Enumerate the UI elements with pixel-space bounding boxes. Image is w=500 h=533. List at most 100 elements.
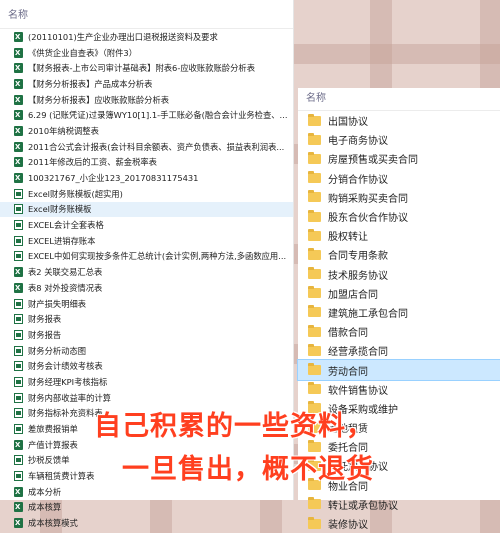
folder-name-label: 经营承揽合同: [328, 347, 388, 359]
folder-name-label: 出国协议: [328, 117, 368, 129]
folder-list-item[interactable]: 合同专用条款: [298, 245, 500, 264]
folder-icon: [308, 305, 321, 318]
folder-icon: [308, 132, 321, 145]
excel-template-icon: [14, 314, 23, 325]
file-name-label: (20110101)生产企业办理出口退税报送资料及要求: [28, 31, 218, 42]
file-list-item[interactable]: 【财务分析报表】应收账款账龄分析表: [0, 92, 293, 108]
excel-template-icon: [14, 408, 23, 419]
folder-list-item[interactable]: 股东合伙合作协议: [298, 207, 500, 226]
excel-icon: [14, 47, 23, 58]
file-list-item[interactable]: 财务报告: [0, 327, 293, 343]
file-name-label: 财务内部收益率的计算: [28, 392, 111, 403]
file-name-label: Excel财务账模板: [28, 204, 92, 215]
folder-list-item[interactable]: 装修协议: [298, 514, 500, 533]
file-name-label: 财务分析动态图: [28, 345, 87, 356]
folder-icon: [308, 113, 321, 126]
file-list-item[interactable]: Excel财务账模板(超实用): [0, 186, 293, 202]
excel-icon: [14, 157, 23, 168]
folder-list-item[interactable]: 借款合同: [298, 322, 500, 341]
file-name-label: 财务报表: [28, 314, 62, 325]
file-list-item[interactable]: 【财务分析报表】产品成本分析表: [0, 76, 293, 92]
file-list-item[interactable]: 财务分析动态图: [0, 343, 293, 359]
file-name-label: 《供货企业自查表》（附件3）: [28, 47, 137, 58]
folder-name-label: 股东合伙合作协议: [328, 213, 408, 225]
file-name-label: 表8 对外投资情况表: [28, 282, 103, 293]
excel-icon: [14, 439, 23, 450]
folder-list-item[interactable]: 经营承揽合同: [298, 341, 500, 360]
excel-template-icon: [14, 298, 23, 309]
folder-list-item[interactable]: 电子商务协议: [298, 130, 500, 149]
folder-list-item[interactable]: 劳动合同: [297, 359, 500, 381]
file-name-label: 产值计算报表: [28, 439, 78, 450]
file-list-item[interactable]: 成本核算模式: [0, 515, 293, 531]
excel-template-icon: [14, 392, 23, 403]
promo-overlay-line-1: 自己积累的一些资料，: [94, 411, 374, 442]
excel-template-icon: [14, 361, 23, 372]
file-name-label: 2010年纳税调整表: [28, 125, 99, 136]
folder-list-item[interactable]: 股权转让: [298, 226, 500, 245]
folder-list-item[interactable]: 分销合作协议: [298, 169, 500, 188]
file-name-label: Excel财务账模板(超实用): [28, 188, 123, 199]
excel-template-icon: [14, 235, 23, 246]
file-list-item[interactable]: 《供货企业自查表》（附件3）: [0, 45, 293, 61]
file-name-label: 【财务分析报表】应收账款账龄分析表: [28, 94, 170, 105]
file-list-item[interactable]: Excel财务账模板: [0, 201, 293, 218]
file-list-item[interactable]: EXCEL进销存账本: [0, 233, 293, 249]
excel-template-icon: [14, 376, 23, 387]
file-list-item[interactable]: EXCEL会计全套表格: [0, 217, 293, 233]
file-list-item[interactable]: 财务会计绩效考核表: [0, 358, 293, 374]
folder-name-label: 技术服务协议: [328, 270, 388, 282]
folder-name-label: 电子商务协议: [328, 136, 388, 148]
excel-template-icon: [14, 471, 23, 482]
folder-name-label: 劳动合同: [328, 366, 368, 378]
folder-icon: [308, 190, 321, 203]
folder-name-label: 加盟店合同: [328, 289, 378, 301]
file-name-label: 2011合公式会计报表(会计科目余额表、资产负债表、损益表利润表...: [28, 141, 285, 152]
folder-list-item[interactable]: 转让或承包协议: [298, 495, 500, 514]
name-column-header-right[interactable]: 名称: [298, 88, 500, 111]
file-name-label: 财务指标补充资料表: [28, 408, 103, 419]
excel-icon: [14, 110, 23, 121]
name-column-header[interactable]: 名称: [0, 0, 293, 29]
file-list-item[interactable]: 表8 对外投资情况表: [0, 280, 293, 296]
folder-list-item[interactable]: 购销采购买卖合同: [298, 188, 500, 207]
excel-icon: [14, 502, 23, 513]
excel-icon: [14, 31, 23, 42]
file-list-item[interactable]: (20110101)生产企业办理出口退税报送资料及要求: [0, 29, 293, 45]
file-list-item[interactable]: 财产损失明细表: [0, 296, 293, 312]
file-list-item[interactable]: 2010年纳税调整表: [0, 123, 293, 139]
file-list-item[interactable]: 财务经理KPI考核指标: [0, 374, 293, 390]
excel-template-icon: [14, 204, 23, 215]
folder-list-item[interactable]: 加盟店合同: [298, 284, 500, 303]
file-name-label: 表2 关联交易汇总表: [28, 267, 103, 278]
excel-icon: [14, 78, 23, 89]
file-name-label: 6.29 (记账凭证)过录簿WY10[1].1-手工账必备(融合会计业务检查、.…: [28, 110, 288, 121]
file-list-item[interactable]: 2011合公式会计报表(会计科目余额表、资产负债表、损益表利润表...: [0, 139, 293, 155]
file-list-item[interactable]: 2011年修改后的工资、薪金税率表: [0, 155, 293, 171]
folder-icon: [308, 324, 321, 337]
file-list-item[interactable]: 【财务报表-上市公司审计基础表】附表6-应收账款账龄分析表: [0, 60, 293, 76]
file-list-item[interactable]: 6.29 (记账凭证)过录簿WY10[1].1-手工账必备(融合会计业务检查、.…: [0, 107, 293, 123]
file-name-label: 成本核算: [28, 502, 62, 513]
folder-list-item[interactable]: 出国协议: [298, 111, 500, 130]
folder-name-label: 购销采购买卖合同: [328, 193, 408, 205]
file-list-item[interactable]: 100321767_小企业123_20170831175431: [0, 170, 293, 186]
file-list-item[interactable]: 财务报表: [0, 311, 293, 327]
excel-icon: [14, 518, 23, 529]
file-name-label: 成本分析: [28, 486, 62, 497]
file-name-label: 财务报告: [28, 329, 62, 340]
folder-list-item[interactable]: 房屋预售或买卖合同: [298, 149, 500, 168]
file-list-item[interactable]: 成本分析: [0, 484, 293, 500]
excel-icon: [14, 486, 23, 497]
file-list-item[interactable]: 成本核算: [0, 500, 293, 516]
folder-list-item[interactable]: 建筑施工承包合同: [298, 303, 500, 322]
excel-icon: [14, 267, 23, 278]
folder-name-label: 建筑施工承包合同: [328, 308, 408, 320]
file-list-item[interactable]: 表2 关联交易汇总表: [0, 264, 293, 280]
excel-template-icon: [14, 188, 23, 199]
file-name-label: 抄税反馈单: [28, 455, 70, 466]
folder-list-item[interactable]: 技术服务协议: [298, 265, 500, 284]
folder-list-item[interactable]: 软件销售协议: [298, 380, 500, 399]
file-list-item[interactable]: EXCEL中如何实现按多条件汇总统计(会计实例,两种方法,多函数应用...: [0, 249, 293, 265]
folder-name-label: 转让或承包协议: [328, 500, 398, 512]
